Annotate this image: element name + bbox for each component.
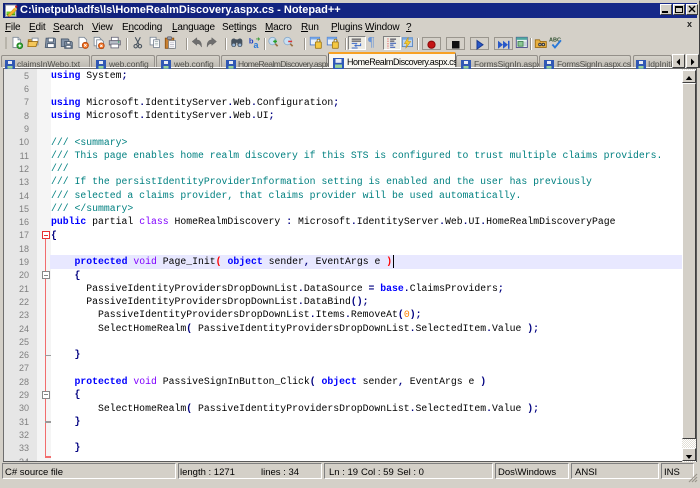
- svg-text:a: a: [254, 40, 260, 50]
